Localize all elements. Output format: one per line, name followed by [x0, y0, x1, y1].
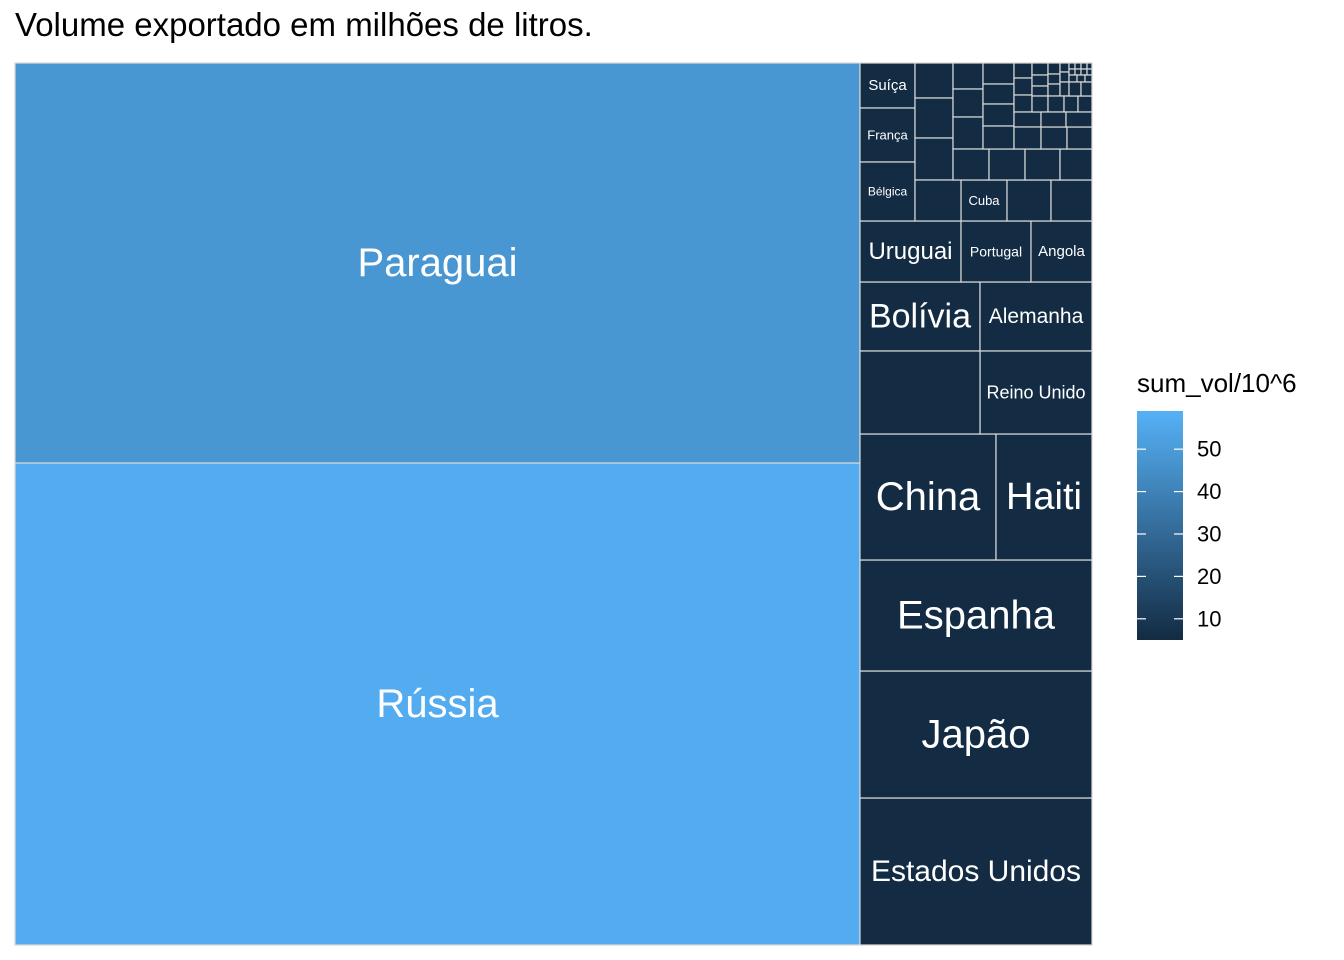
tile-unlabelled-7 — [1050, 179, 1093, 222]
tile-unlabelled-6 — [1006, 179, 1052, 222]
tile-unlabelled-14 — [1059, 148, 1093, 181]
tile-unlabelled-22 — [1013, 111, 1042, 128]
tile-unlabelled-30 — [1047, 62, 1061, 75]
tile-label-paraguai: Paraguai — [357, 241, 517, 285]
colorbar-gradient — [1137, 411, 1183, 640]
tile-unlabelled-18 — [982, 125, 1015, 150]
tile-unlabelled-35 — [1059, 81, 1070, 97]
tile-unlabelled-13 — [1024, 148, 1061, 181]
tile-unlabelled-39 — [1040, 111, 1067, 128]
tile-unlabelled-27 — [1031, 74, 1049, 87]
tile-unlabelled-50 — [1076, 74, 1086, 83]
tile-unlabelled-4 — [914, 137, 954, 181]
tile-unlabelled-3 — [914, 97, 954, 139]
colorbar-legend: sum_vol/10^6 10 20 30 40 50 — [1137, 368, 1297, 640]
tile-unlabelled-47 — [1080, 68, 1088, 76]
tile-label-franca: França — [867, 128, 908, 143]
tile-unlabelled-40 — [1065, 111, 1093, 128]
colorbar-tick-label-10: 10 — [1197, 606, 1221, 631]
tile-unlabelled-37 — [1063, 95, 1079, 113]
tile-unlabelled-49 — [1068, 74, 1078, 83]
tile-unlabelled-34 — [1059, 71, 1070, 83]
tile-unlabelled-32 — [1047, 83, 1061, 97]
tile-unlabelled-46 — [1074, 68, 1082, 76]
tile-unlabelled-1 — [859, 350, 981, 435]
tile-unlabelled-42 — [1074, 62, 1082, 70]
tile-unlabelled-51 — [1084, 74, 1093, 83]
tile-unlabelled-36 — [1047, 95, 1065, 113]
tile-unlabelled-29 — [1031, 95, 1049, 113]
tile-label-russia: Rússia — [376, 682, 499, 726]
tile-label-alemanha: Alemanha — [989, 305, 1084, 328]
colorbar-tick-label-50: 50 — [1197, 437, 1221, 462]
tile-label-estados-unidos: Estados Unidos — [871, 855, 1081, 888]
tile-unlabelled-52 — [1068, 81, 1082, 97]
tile-label-uruguai: Uruguai — [868, 238, 952, 265]
tile-label-china: China — [876, 475, 981, 519]
tile-unlabelled-25 — [1066, 126, 1093, 150]
tile-unlabelled-24 — [1040, 126, 1068, 150]
tile-label-cuba: Cuba — [968, 193, 1000, 208]
colorbar-tick-label-20: 20 — [1197, 564, 1221, 589]
tile-unlabelled-8 — [952, 62, 984, 90]
tile-label-suica: Suíça — [868, 77, 907, 94]
colorbar-tick-label-30: 30 — [1197, 521, 1221, 546]
tile-unlabelled-17 — [982, 103, 1015, 127]
tile-unlabelled-31 — [1047, 73, 1061, 85]
tile-unlabelled-15 — [982, 62, 1015, 85]
tile-label-portugal: Portugal — [970, 244, 1022, 260]
tile-unlabelled-5 — [914, 179, 962, 222]
tile-label-haiti: Haiti — [1006, 476, 1082, 518]
treemap-chart: Rússia Paraguai Estados Unidos Japão Espanha… — [14, 62, 1297, 946]
tile-unlabelled-41 — [1068, 62, 1076, 70]
tile-unlabelled-38 — [1077, 95, 1093, 113]
tile-label-reino-unido: Reino Unido — [986, 383, 1085, 403]
tile-label-angola: Angola — [1038, 243, 1085, 260]
tile-unlabelled-23 — [1013, 126, 1042, 150]
tile-unlabelled-12 — [988, 148, 1026, 181]
colorbar-title: sum_vol/10^6 — [1137, 368, 1297, 398]
tile-label-belgica: Bélgica — [868, 185, 908, 199]
tile-unlabelled-33 — [1059, 62, 1070, 73]
tile-unlabelled-11 — [952, 148, 990, 181]
tile-unlabelled-19 — [1013, 62, 1033, 79]
tile-unlabelled-9 — [952, 88, 984, 118]
tile-unlabelled-28 — [1031, 85, 1049, 97]
tile-unlabelled-48 — [1086, 68, 1093, 76]
tile-unlabelled-45 — [1068, 68, 1076, 76]
tile-unlabelled-53 — [1080, 81, 1093, 97]
tile-unlabelled-21 — [1013, 94, 1033, 113]
tile-unlabelled-43 — [1080, 62, 1088, 70]
tile-unlabelled-10 — [952, 116, 984, 150]
tile-unlabelled-20 — [1013, 77, 1033, 96]
tile-unlabelled-44 — [1086, 62, 1093, 70]
tile-label-espanha: Espanha — [897, 594, 1056, 638]
tile-label-japao: Japão — [922, 713, 1031, 757]
tile-label-bolivia: Bolívia — [869, 298, 971, 336]
colorbar-tick-label-40: 40 — [1197, 479, 1221, 504]
tile-unlabelled-16 — [982, 83, 1015, 105]
tile-unlabelled-2 — [914, 62, 954, 99]
tile-unlabelled-26 — [1031, 62, 1049, 76]
